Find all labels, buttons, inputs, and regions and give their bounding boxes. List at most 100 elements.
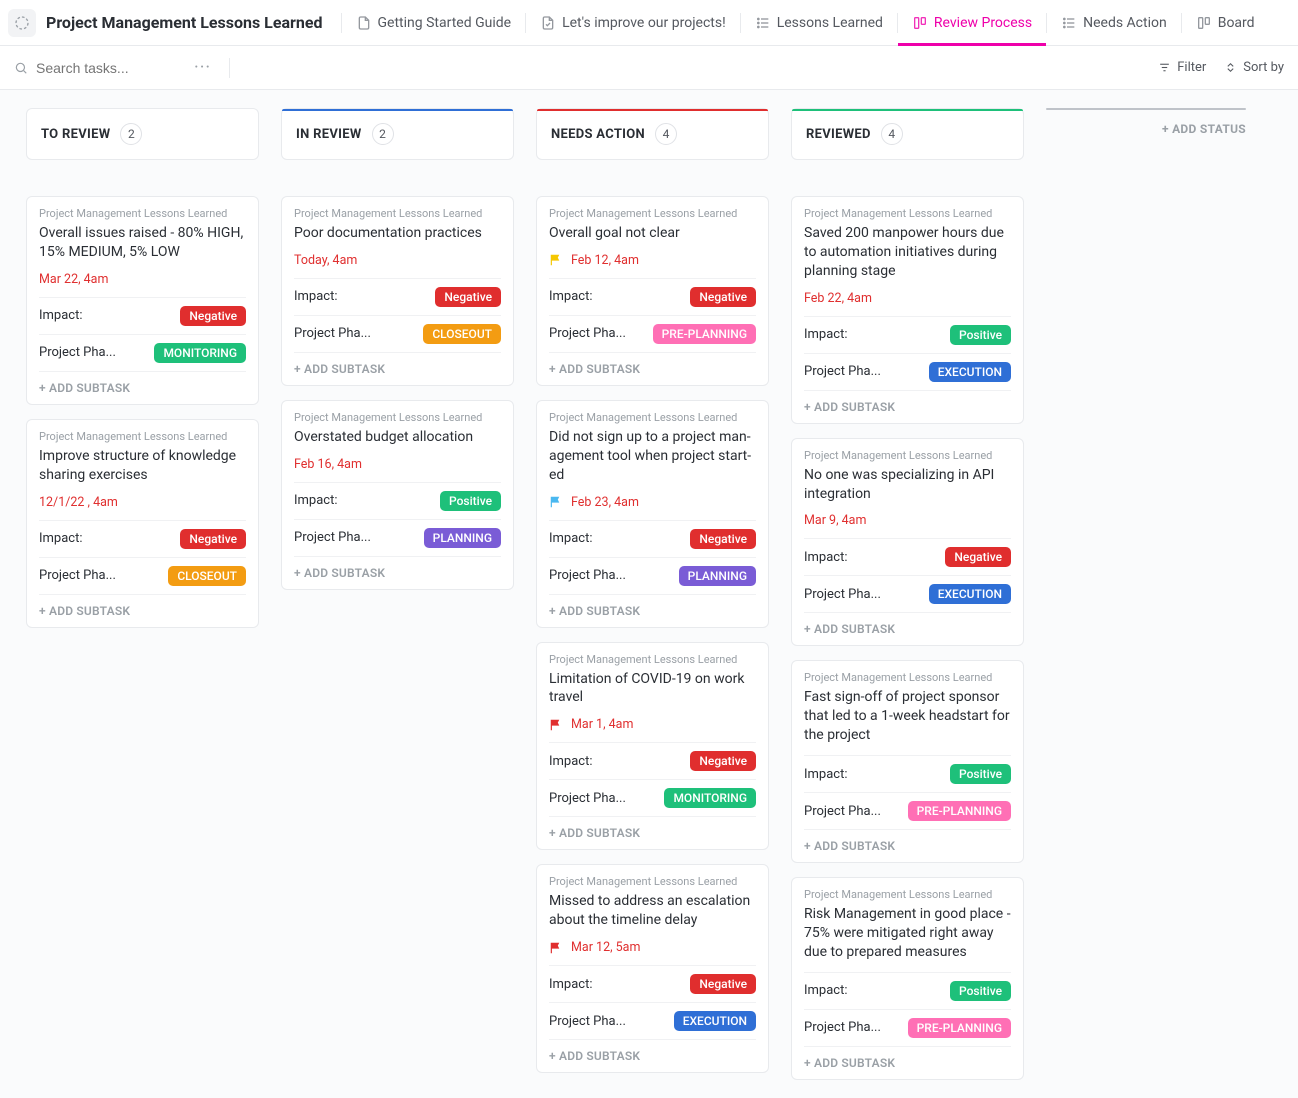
add-subtask-button[interactable]: + ADD SUBTASK [804, 1046, 1011, 1079]
phase-pill[interactable]: EXECUTION [929, 362, 1011, 382]
impact-pill[interactable]: Negative [435, 287, 501, 307]
add-subtask-button[interactable]: + ADD SUBTASK [549, 352, 756, 385]
tab-board[interactable]: Board [1182, 0, 1269, 45]
add-subtask-button[interactable]: + ADD SUBTASK [804, 612, 1011, 645]
column-header[interactable]: NEEDS ACTION4 [536, 108, 769, 160]
task-title: Did not sign up to a project man­agement… [549, 428, 756, 485]
column-count: 2 [372, 123, 394, 145]
date-row: Today, 4am [294, 253, 501, 268]
tab-getting-started-guide[interactable]: Getting Started Guide [342, 0, 526, 45]
project-label: Project Management Lessons Learned [549, 411, 756, 424]
add-subtask-button[interactable]: + ADD SUBTASK [804, 829, 1011, 862]
doc-check-icon [540, 15, 556, 31]
top-bar: Project Management Lessons Learned Getti… [0, 0, 1298, 46]
add-status-button[interactable]: + ADD STATUS [1046, 108, 1246, 136]
impact-pill[interactable]: Positive [950, 764, 1011, 784]
task-card[interactable]: Project Management Lessons LearnedOveral… [26, 196, 259, 405]
impact-label: Impact: [39, 308, 83, 323]
add-subtask-button[interactable]: + ADD SUBTASK [294, 556, 501, 589]
impact-pill[interactable]: Negative [180, 529, 246, 549]
board-icon [1196, 15, 1212, 31]
phase-label: Project Pha... [39, 568, 116, 583]
task-card[interactable]: Project Management Lessons LearnedOveral… [536, 196, 769, 386]
task-card[interactable]: Project Management Lessons LearnedRisk M… [791, 877, 1024, 1080]
date-row: Feb 12, 4am [549, 253, 756, 268]
tab-review-process[interactable]: Review Process [898, 0, 1046, 45]
date-row: Mar 22, 4am [39, 272, 246, 287]
search-box[interactable] [14, 60, 174, 76]
column-header[interactable]: TO REVIEW2 [26, 108, 259, 160]
task-card[interactable]: Project Management Lessons LearnedFast s… [791, 660, 1024, 863]
phase-pill[interactable]: CLOSEOUT [168, 566, 246, 586]
phase-label: Project Pha... [549, 791, 626, 806]
impact-row: Impact:Positive [804, 755, 1011, 792]
task-card[interactable]: Project Management Lessons LearnedOverst… [281, 400, 514, 590]
add-subtask-button[interactable]: + ADD SUBTASK [39, 371, 246, 404]
impact-row: Impact:Negative [549, 520, 756, 557]
impact-pill[interactable]: Negative [180, 306, 246, 326]
task-card[interactable]: Project Management Lessons Learned Did no… [536, 400, 769, 628]
task-card[interactable]: Project Management Lessons LearnedNo one… [791, 438, 1024, 647]
project-label: Project Management Lessons Learned [39, 430, 246, 443]
impact-row: Impact: Negative [39, 297, 246, 334]
add-subtask-button[interactable]: + ADD SUBTASK [804, 390, 1011, 423]
task-title: Saved 200 manpower hours due to automati… [804, 224, 1011, 281]
add-subtask-button[interactable]: + ADD SUBTASK [39, 594, 246, 627]
impact-pill[interactable]: Positive [950, 981, 1011, 1001]
phase-label: Project Pha... [294, 530, 371, 545]
add-subtask-button[interactable]: + ADD SUBTASK [549, 594, 756, 627]
task-card[interactable]: Project Management Lessons LearnedPoor d… [281, 196, 514, 386]
phase-pill[interactable]: PLANNING [679, 566, 756, 586]
phase-pill[interactable]: PLANNING [424, 528, 501, 548]
column-to-review: TO REVIEW2 Project Management Lessons Lea… [26, 108, 259, 628]
cards-list: Project Management Lessons LearnedOveral… [26, 196, 259, 628]
filter-button[interactable]: Filter [1158, 60, 1206, 75]
phase-pill[interactable]: PRE-PLANNING [908, 1018, 1011, 1038]
column-header[interactable]: IN REVIEW2 [281, 108, 514, 160]
impact-pill[interactable]: Negative [690, 974, 756, 994]
phase-pill[interactable]: PRE-PLANNING [653, 324, 756, 344]
more-options-icon[interactable]: ··· [188, 57, 217, 78]
project-label: Project Management Lessons Learned [549, 207, 756, 220]
add-subtask-button[interactable]: + ADD SUBTASK [549, 1039, 756, 1072]
impact-label: Impact: [294, 493, 338, 508]
task-title: Risk Management in good place - 75% were… [804, 905, 1011, 962]
column-header[interactable]: REVIEWED4 [791, 108, 1024, 160]
phase-row: Project Pha... CLOSEOUT [39, 557, 246, 594]
due-date: 12/1/22 , 4am [39, 495, 118, 510]
task-card[interactable]: Project Management Lessons LearnedSaved … [791, 196, 1024, 424]
impact-pill[interactable]: Negative [690, 529, 756, 549]
task-card[interactable]: Project Management Lessons LearnedImprov… [26, 419, 259, 628]
add-subtask-button[interactable]: + ADD SUBTASK [294, 352, 501, 385]
phase-pill[interactable]: PRE-PLANNING [908, 801, 1011, 821]
impact-pill[interactable]: Positive [440, 491, 501, 511]
tab-needs-action[interactable]: Needs Action [1047, 0, 1181, 45]
tab-lessons-learned[interactable]: Lessons Learned [741, 0, 897, 45]
due-date: Mar 9, 4am [804, 513, 866, 528]
search-input[interactable] [36, 60, 166, 76]
phase-label: Project Pha... [549, 1014, 626, 1029]
date-row: Feb 16, 4am [294, 457, 501, 472]
phase-pill[interactable]: CLOSEOUT [423, 324, 501, 344]
sort-button[interactable]: Sort by [1224, 60, 1284, 75]
phase-pill[interactable]: EXECUTION [674, 1011, 756, 1031]
phase-label: Project Pha... [804, 804, 881, 819]
phase-row: Project Pha...EXECUTION [804, 353, 1011, 390]
project-label: Project Management Lessons Learned [804, 671, 1011, 684]
column-needs-action: NEEDS ACTION4 Project Management Lessons … [536, 108, 769, 1073]
tab-label: Let's improve our projects! [562, 15, 726, 31]
impact-pill[interactable]: Negative [945, 547, 1011, 567]
impact-pill[interactable]: Negative [690, 287, 756, 307]
impact-row: Impact:Negative [804, 538, 1011, 575]
add-subtask-button[interactable]: + ADD SUBTASK [549, 816, 756, 849]
tab-let-s-improve-our-projects-[interactable]: Let's improve our projects! [526, 0, 740, 45]
phase-row: Project Pha...PLANNING [549, 557, 756, 594]
phase-pill[interactable]: EXECUTION [929, 584, 1011, 604]
phase-pill[interactable]: MONITORING [664, 788, 756, 808]
impact-pill[interactable]: Positive [950, 325, 1011, 345]
task-card[interactable]: Project Management Lessons LearnedLimita… [536, 642, 769, 851]
impact-pill[interactable]: Negative [690, 751, 756, 771]
task-card[interactable]: Project Management Lessons LearnedMissed… [536, 864, 769, 1073]
column-count: 2 [120, 123, 142, 145]
phase-pill[interactable]: MONITORING [154, 343, 246, 363]
